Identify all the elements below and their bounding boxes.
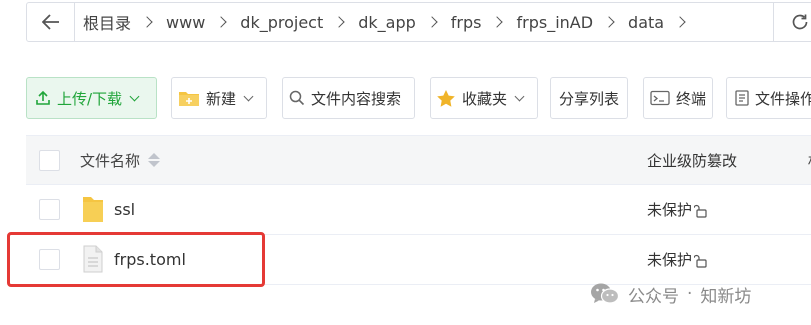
terminal-label: 终端 xyxy=(676,89,707,108)
share-list-label: 分享列表 xyxy=(558,89,619,108)
chevron-right-icon xyxy=(141,16,153,28)
new-folder-icon xyxy=(178,89,200,107)
watermark-separator: · xyxy=(687,284,693,304)
terminal-button[interactable]: 终端 xyxy=(643,77,713,119)
protection-status: 未保护 xyxy=(647,200,693,219)
document-icon xyxy=(735,90,749,106)
breadcrumb-item[interactable]: frps_inAD xyxy=(516,13,593,32)
row-checkbox[interactable] xyxy=(39,199,60,220)
column-header-name-label: 文件名称 xyxy=(80,151,141,170)
column-header-name[interactable]: 文件名称 xyxy=(80,136,161,184)
protection-status: 未保护 xyxy=(647,250,693,269)
chevron-right-icon xyxy=(603,16,615,28)
upload-download-label: 上传/下载 xyxy=(57,89,123,108)
upload-download-button[interactable]: 上传/下载 xyxy=(26,77,157,119)
unlock-icon[interactable] xyxy=(694,204,708,218)
protection-cell: 未保护 xyxy=(647,185,708,233)
chevron-right-icon xyxy=(426,16,438,28)
address-bar: 根目录 www dk_project dk_app frps frps_inAD… xyxy=(26,2,811,42)
new-button[interactable]: 新建 xyxy=(171,77,267,119)
breadcrumb-item[interactable]: dk_app xyxy=(358,13,416,32)
search-label: 文件内容搜索 xyxy=(311,89,402,108)
arrow-left-icon xyxy=(41,14,59,30)
sort-icon[interactable] xyxy=(148,153,161,167)
breadcrumb-item[interactable]: 根目录 xyxy=(83,10,131,34)
file-operations-label: 文件操作 xyxy=(755,89,811,108)
folder-icon xyxy=(80,194,106,224)
chevron-down-icon xyxy=(243,91,254,101)
breadcrumb: 根目录 www dk_project dk_app frps frps_inAD… xyxy=(75,3,773,41)
watermark-author: 知新坊 xyxy=(700,286,752,307)
file-name[interactable]: ssl xyxy=(114,200,135,219)
star-icon xyxy=(436,89,456,108)
breadcrumb-item[interactable]: data xyxy=(628,13,664,32)
file-operations-button[interactable]: 文件操作 xyxy=(726,77,811,119)
favorites-label: 收藏夹 xyxy=(462,89,508,108)
chevron-down-icon xyxy=(129,91,140,101)
highlight-box xyxy=(7,232,265,287)
select-all-checkbox[interactable] xyxy=(39,150,60,171)
breadcrumb-item[interactable]: frps xyxy=(451,13,482,32)
chevron-down-icon xyxy=(514,91,525,101)
back-button[interactable] xyxy=(27,3,75,41)
upload-icon xyxy=(35,90,51,106)
chevron-right-icon xyxy=(674,16,686,28)
chevron-right-icon xyxy=(491,16,504,28)
watermark-source: 公众号 xyxy=(628,286,679,307)
breadcrumb-item[interactable]: www xyxy=(166,13,205,32)
breadcrumb-item[interactable]: dk_project xyxy=(240,13,323,32)
protection-cell: 未保护 xyxy=(647,235,708,283)
favorites-button[interactable]: 收藏夹 xyxy=(430,77,538,119)
column-header-protection: 企业级防篡改 xyxy=(647,151,738,170)
file-content-search-button[interactable]: 文件内容搜索 xyxy=(282,77,415,119)
chevron-right-icon xyxy=(215,16,227,28)
table-header: 文件名称 企业级防篡改 权 xyxy=(26,135,811,185)
unlock-icon[interactable] xyxy=(694,254,708,268)
file-name-cell[interactable]: ssl xyxy=(80,185,135,233)
search-icon xyxy=(289,90,305,106)
chevron-right-icon xyxy=(333,16,345,28)
new-label: 新建 xyxy=(206,89,237,108)
wechat-icon xyxy=(591,283,620,304)
terminal-icon xyxy=(650,90,670,106)
refresh-icon xyxy=(792,14,807,30)
watermark: 公众号 · 知新坊 xyxy=(590,280,751,308)
table-row[interactable]: ssl 未保护 xyxy=(26,185,811,235)
refresh-button[interactable] xyxy=(773,3,811,41)
share-list-button[interactable]: 分享列表 xyxy=(550,77,628,119)
